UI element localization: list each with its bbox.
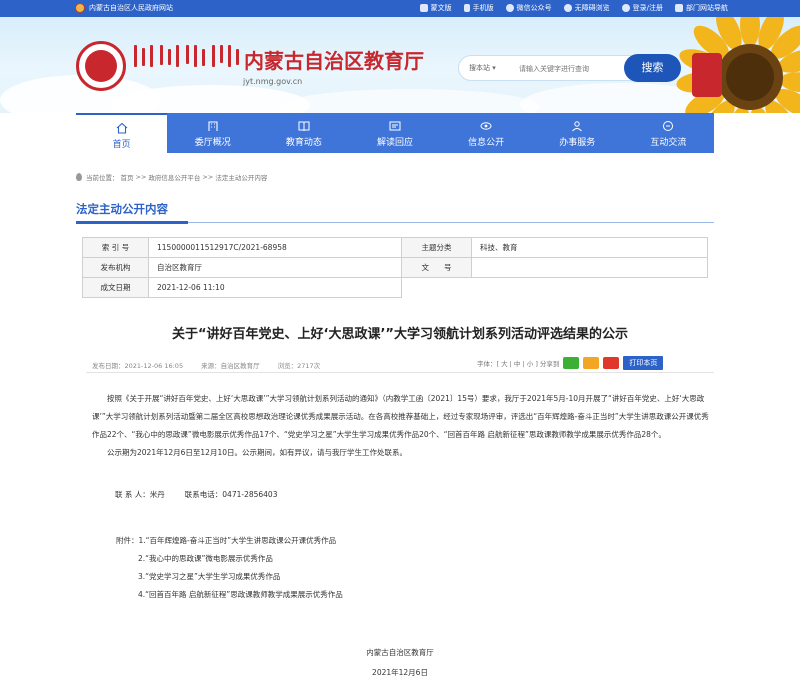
breadcrumb-level1[interactable]: 政府信息公开平台 bbox=[148, 172, 200, 182]
site-title[interactable]: 内蒙古自治区教育厅 bbox=[244, 45, 424, 74]
mobile-icon bbox=[463, 4, 470, 12]
topic-label: 主题分类 bbox=[401, 237, 472, 258]
signature: 内蒙古自治区教育厅 bbox=[366, 648, 434, 657]
nav-item-interaction[interactable]: 互动交流 bbox=[623, 113, 714, 153]
index-label: 索 引 号 bbox=[82, 237, 149, 258]
org-value: 自治区教育厅 bbox=[148, 257, 402, 278]
eye-icon bbox=[480, 122, 492, 130]
qzone-share-icon[interactable] bbox=[583, 357, 600, 369]
article-body: 按照《关于开展“讲好百年党史、上好‘大思政课’”大学习领航计划系列活动的通知》（… bbox=[92, 390, 712, 462]
publish-time: 发布日期：2021-12-06 16:05 bbox=[92, 362, 184, 370]
nav-item-news[interactable]: 教育动态 bbox=[258, 113, 349, 153]
mobile-version-link[interactable]: 手机版 bbox=[463, 3, 494, 13]
paragraph: 公示期为2021年12月6日至12月10日。公示期间，如有异议，请与我厅学生工作… bbox=[107, 448, 407, 457]
wechat-link[interactable]: 微信公众号 bbox=[505, 3, 552, 13]
attachment-link[interactable]: 4.“回首百年路 启航新征程”思政课教师教学成果展示优秀作品 bbox=[116, 586, 343, 604]
logo-emblem-icon bbox=[85, 50, 117, 82]
table-row: 成文日期 2021-12-06 11:10 bbox=[82, 277, 708, 298]
search-scope-select[interactable]: 搜本站 ▾ bbox=[469, 63, 496, 73]
contact-person: 联 系 人：米丹 bbox=[115, 490, 165, 499]
nav-item-home[interactable]: 首页 bbox=[76, 113, 168, 153]
meta-divider bbox=[86, 372, 714, 373]
national-emblem-icon bbox=[75, 3, 85, 13]
mongolian-script-icon bbox=[419, 4, 428, 12]
site-url: jyt.nmg.gov.cn bbox=[243, 77, 303, 86]
attachment-link[interactable]: 附件：1.“百年辉煌路-奋斗正当时”大学生讲思政课公开课优秀作品 bbox=[116, 532, 343, 550]
article-source: 来源：自治区教育厅 bbox=[201, 362, 260, 370]
attachment-link[interactable]: 2.“我心中的思政课”微电影展示优秀作品 bbox=[116, 550, 343, 568]
location-pin-icon bbox=[76, 173, 82, 181]
main-nav: 首页 委厅概况 教育动态 解读回应 信息公开 办事服务 互动交流 bbox=[76, 113, 714, 153]
nav-item-info-public[interactable]: 信息公开 bbox=[441, 113, 532, 153]
doc-number-label: 文 号 bbox=[401, 257, 472, 278]
book-icon bbox=[298, 121, 310, 132]
grid-icon bbox=[675, 4, 683, 12]
chat-icon bbox=[663, 121, 674, 131]
article-title: 关于“讲好百年党史、上好‘大思政课’”大学习领航计划系列活动评选结果的公示 bbox=[172, 327, 628, 342]
gov-site-label: 内蒙古自治区人民政府网站 bbox=[89, 4, 173, 12]
topic-value: 科技、教育 bbox=[471, 237, 708, 258]
building-icon bbox=[208, 121, 218, 131]
org-label: 发布机构 bbox=[82, 257, 149, 278]
section-divider bbox=[76, 221, 714, 224]
breadcrumb-home[interactable]: 首页 bbox=[121, 172, 134, 182]
attachment-link[interactable]: 3.“党史学习之星”大学生学习成果优秀作品 bbox=[116, 568, 343, 586]
document-info-table: 索 引 号 1150000011512917C/2021-68958 主题分类 … bbox=[82, 237, 708, 298]
cloud-decoration bbox=[280, 89, 540, 113]
chevron-down-icon: ▾ bbox=[492, 64, 496, 72]
site-header: 内蒙古自治区教育厅 jyt.nmg.gov.cn 搜本站 ▾ 搜索 bbox=[0, 17, 800, 113]
paragraph: 按照《关于开展“讲好百年党史、上好‘大思政课’”大学习领航计划系列活动的通知》（… bbox=[92, 394, 709, 439]
table-row: 发布机构 自治区教育厅 文 号 bbox=[82, 257, 708, 278]
bureau-logo[interactable] bbox=[76, 41, 126, 91]
font-size-selector[interactable]: 字体：[ 大 | 中 | 小 ] 分享到 bbox=[477, 358, 559, 368]
date-value: 2021-12-06 11:10 bbox=[148, 277, 402, 298]
service-icon bbox=[572, 121, 583, 132]
sunflower-image bbox=[676, 17, 800, 113]
department-nav-link[interactable]: 部门网站导航 bbox=[675, 3, 728, 13]
wechat-share-icon[interactable] bbox=[563, 357, 580, 369]
nav-item-interpretation[interactable]: 解读回应 bbox=[349, 113, 440, 153]
contact-info: 联 系 人：米丹 联系电话：0471-2856403 bbox=[115, 489, 277, 500]
breadcrumb-level2[interactable]: 法定主动公开内容 bbox=[215, 172, 267, 182]
contact-phone: 联系电话：0471-2856403 bbox=[184, 490, 278, 499]
red-slogan-banner bbox=[692, 53, 722, 97]
section-title: 法定主动公开内容 bbox=[76, 202, 168, 216]
wechat-icon bbox=[505, 4, 514, 12]
accessibility-icon bbox=[563, 4, 572, 12]
nav-item-overview[interactable]: 委厅概况 bbox=[167, 113, 258, 153]
article-meta: 发布日期：2021-12-06 16:05 来源：自治区教育厅 浏览：2717次 bbox=[92, 360, 320, 370]
top-bar: 内蒙古自治区人民政府网站 蒙文版 手机版 微信公众号 无障碍浏览 登录/注册 部… bbox=[0, 0, 800, 17]
accessibility-link[interactable]: 无障碍浏览 bbox=[563, 3, 610, 13]
login-register-link[interactable]: 登录/注册 bbox=[621, 3, 663, 13]
sign-date: 2021年12月6日 bbox=[372, 668, 428, 677]
view-count: 浏览：2717次 bbox=[277, 362, 321, 370]
weibo-share-icon[interactable] bbox=[603, 357, 620, 369]
gov-site-link[interactable]: 内蒙古自治区人民政府网站 bbox=[75, 3, 173, 13]
table-row: 索 引 号 1150000011512917C/2021-68958 主题分类 … bbox=[82, 237, 708, 258]
attachments-list: 附件：1.“百年辉煌路-奋斗正当时”大学生讲思政课公开课优秀作品 2.“我心中的… bbox=[116, 532, 343, 604]
print-button[interactable]: 打印本页 bbox=[623, 356, 664, 370]
home-icon bbox=[116, 122, 127, 134]
article-tools: 字体：[ 大 | 中 | 小 ] 分享到 打印本页 bbox=[477, 356, 664, 370]
date-label: 成文日期 bbox=[82, 277, 149, 298]
user-icon bbox=[621, 4, 630, 12]
nav-item-services[interactable]: 办事服务 bbox=[532, 113, 623, 153]
message-icon bbox=[389, 121, 401, 131]
mongolian-title-logo bbox=[132, 45, 240, 69]
doc-number-value bbox=[471, 257, 708, 278]
top-links: 蒙文版 手机版 微信公众号 无障碍浏览 登录/注册 部门网站导航 bbox=[419, 3, 728, 13]
index-value: 1150000011512917C/2021-68958 bbox=[148, 237, 402, 258]
mongolian-version-link[interactable]: 蒙文版 bbox=[419, 3, 452, 13]
search-input[interactable] bbox=[519, 60, 624, 78]
breadcrumb: 当前位置： 首页 >> 政府信息公开平台 >> 法定主动公开内容 bbox=[76, 172, 267, 182]
